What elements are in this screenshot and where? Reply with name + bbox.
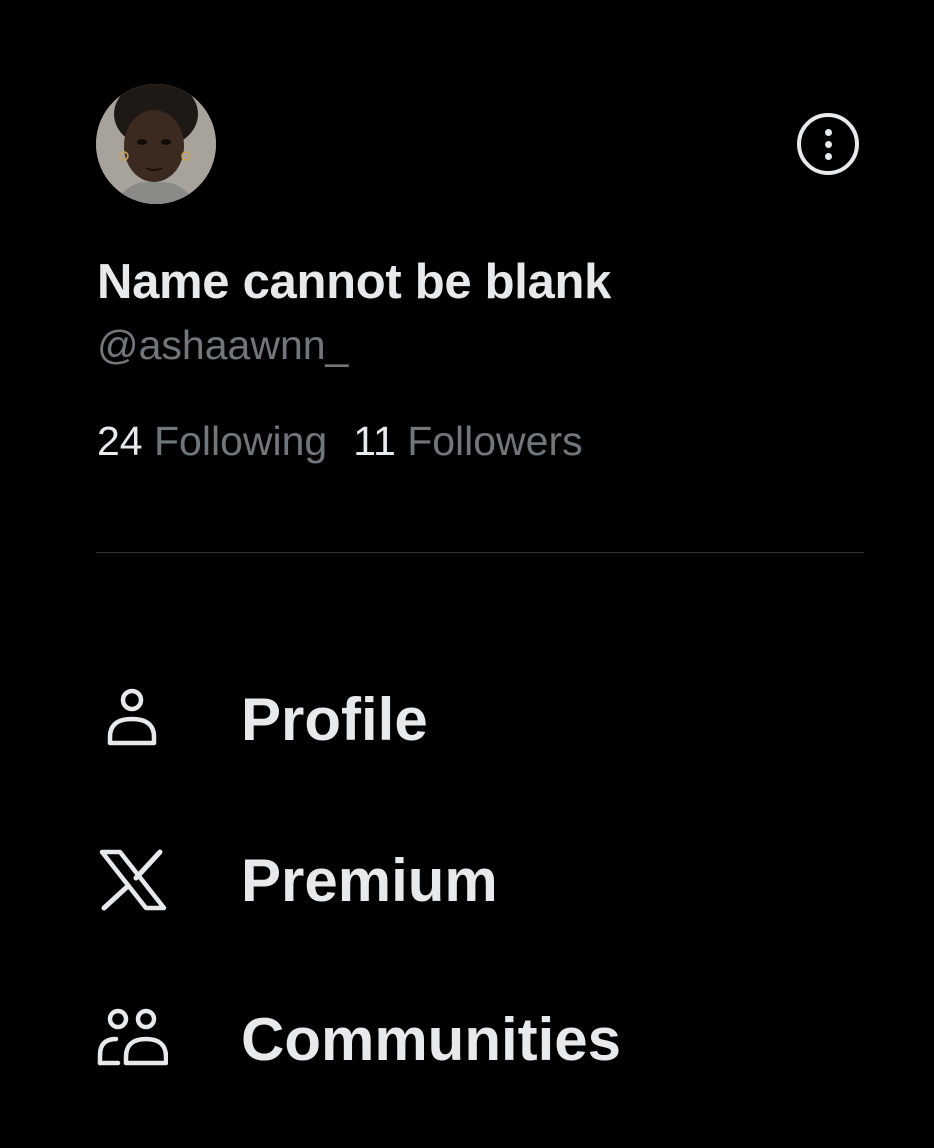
menu-label-premium: Premium: [241, 846, 498, 914]
more-options-button[interactable]: [797, 113, 859, 175]
menu-item-premium[interactable]: Premium: [96, 825, 864, 935]
more-options-icon: [824, 128, 832, 160]
follow-stats: 24 Following 11 Followers: [97, 418, 583, 465]
followers-count: 11: [353, 418, 396, 464]
account-drawer: Name cannot be blank @ashaawnn_ 24 Follo…: [0, 0, 934, 1148]
communities-icon: [96, 1003, 168, 1075]
avatar[interactable]: [96, 84, 216, 204]
following-link[interactable]: 24 Following: [97, 418, 327, 465]
avatar-photo: [96, 84, 216, 204]
following-label: Following: [154, 418, 328, 464]
menu-item-communities[interactable]: Communities: [96, 984, 864, 1094]
menu-label-profile: Profile: [241, 685, 428, 753]
divider: [96, 552, 864, 553]
x-logo-icon: [96, 844, 168, 916]
followers-label: Followers: [407, 418, 583, 464]
user-handle: @ashaawnn_: [97, 322, 349, 368]
menu-item-profile[interactable]: Profile: [96, 664, 864, 774]
display-name: Name cannot be blank: [97, 255, 612, 309]
following-count: 24: [97, 418, 143, 464]
followers-link[interactable]: 11 Followers: [353, 418, 582, 465]
person-icon: [96, 683, 168, 755]
menu-label-communities: Communities: [241, 1005, 622, 1073]
